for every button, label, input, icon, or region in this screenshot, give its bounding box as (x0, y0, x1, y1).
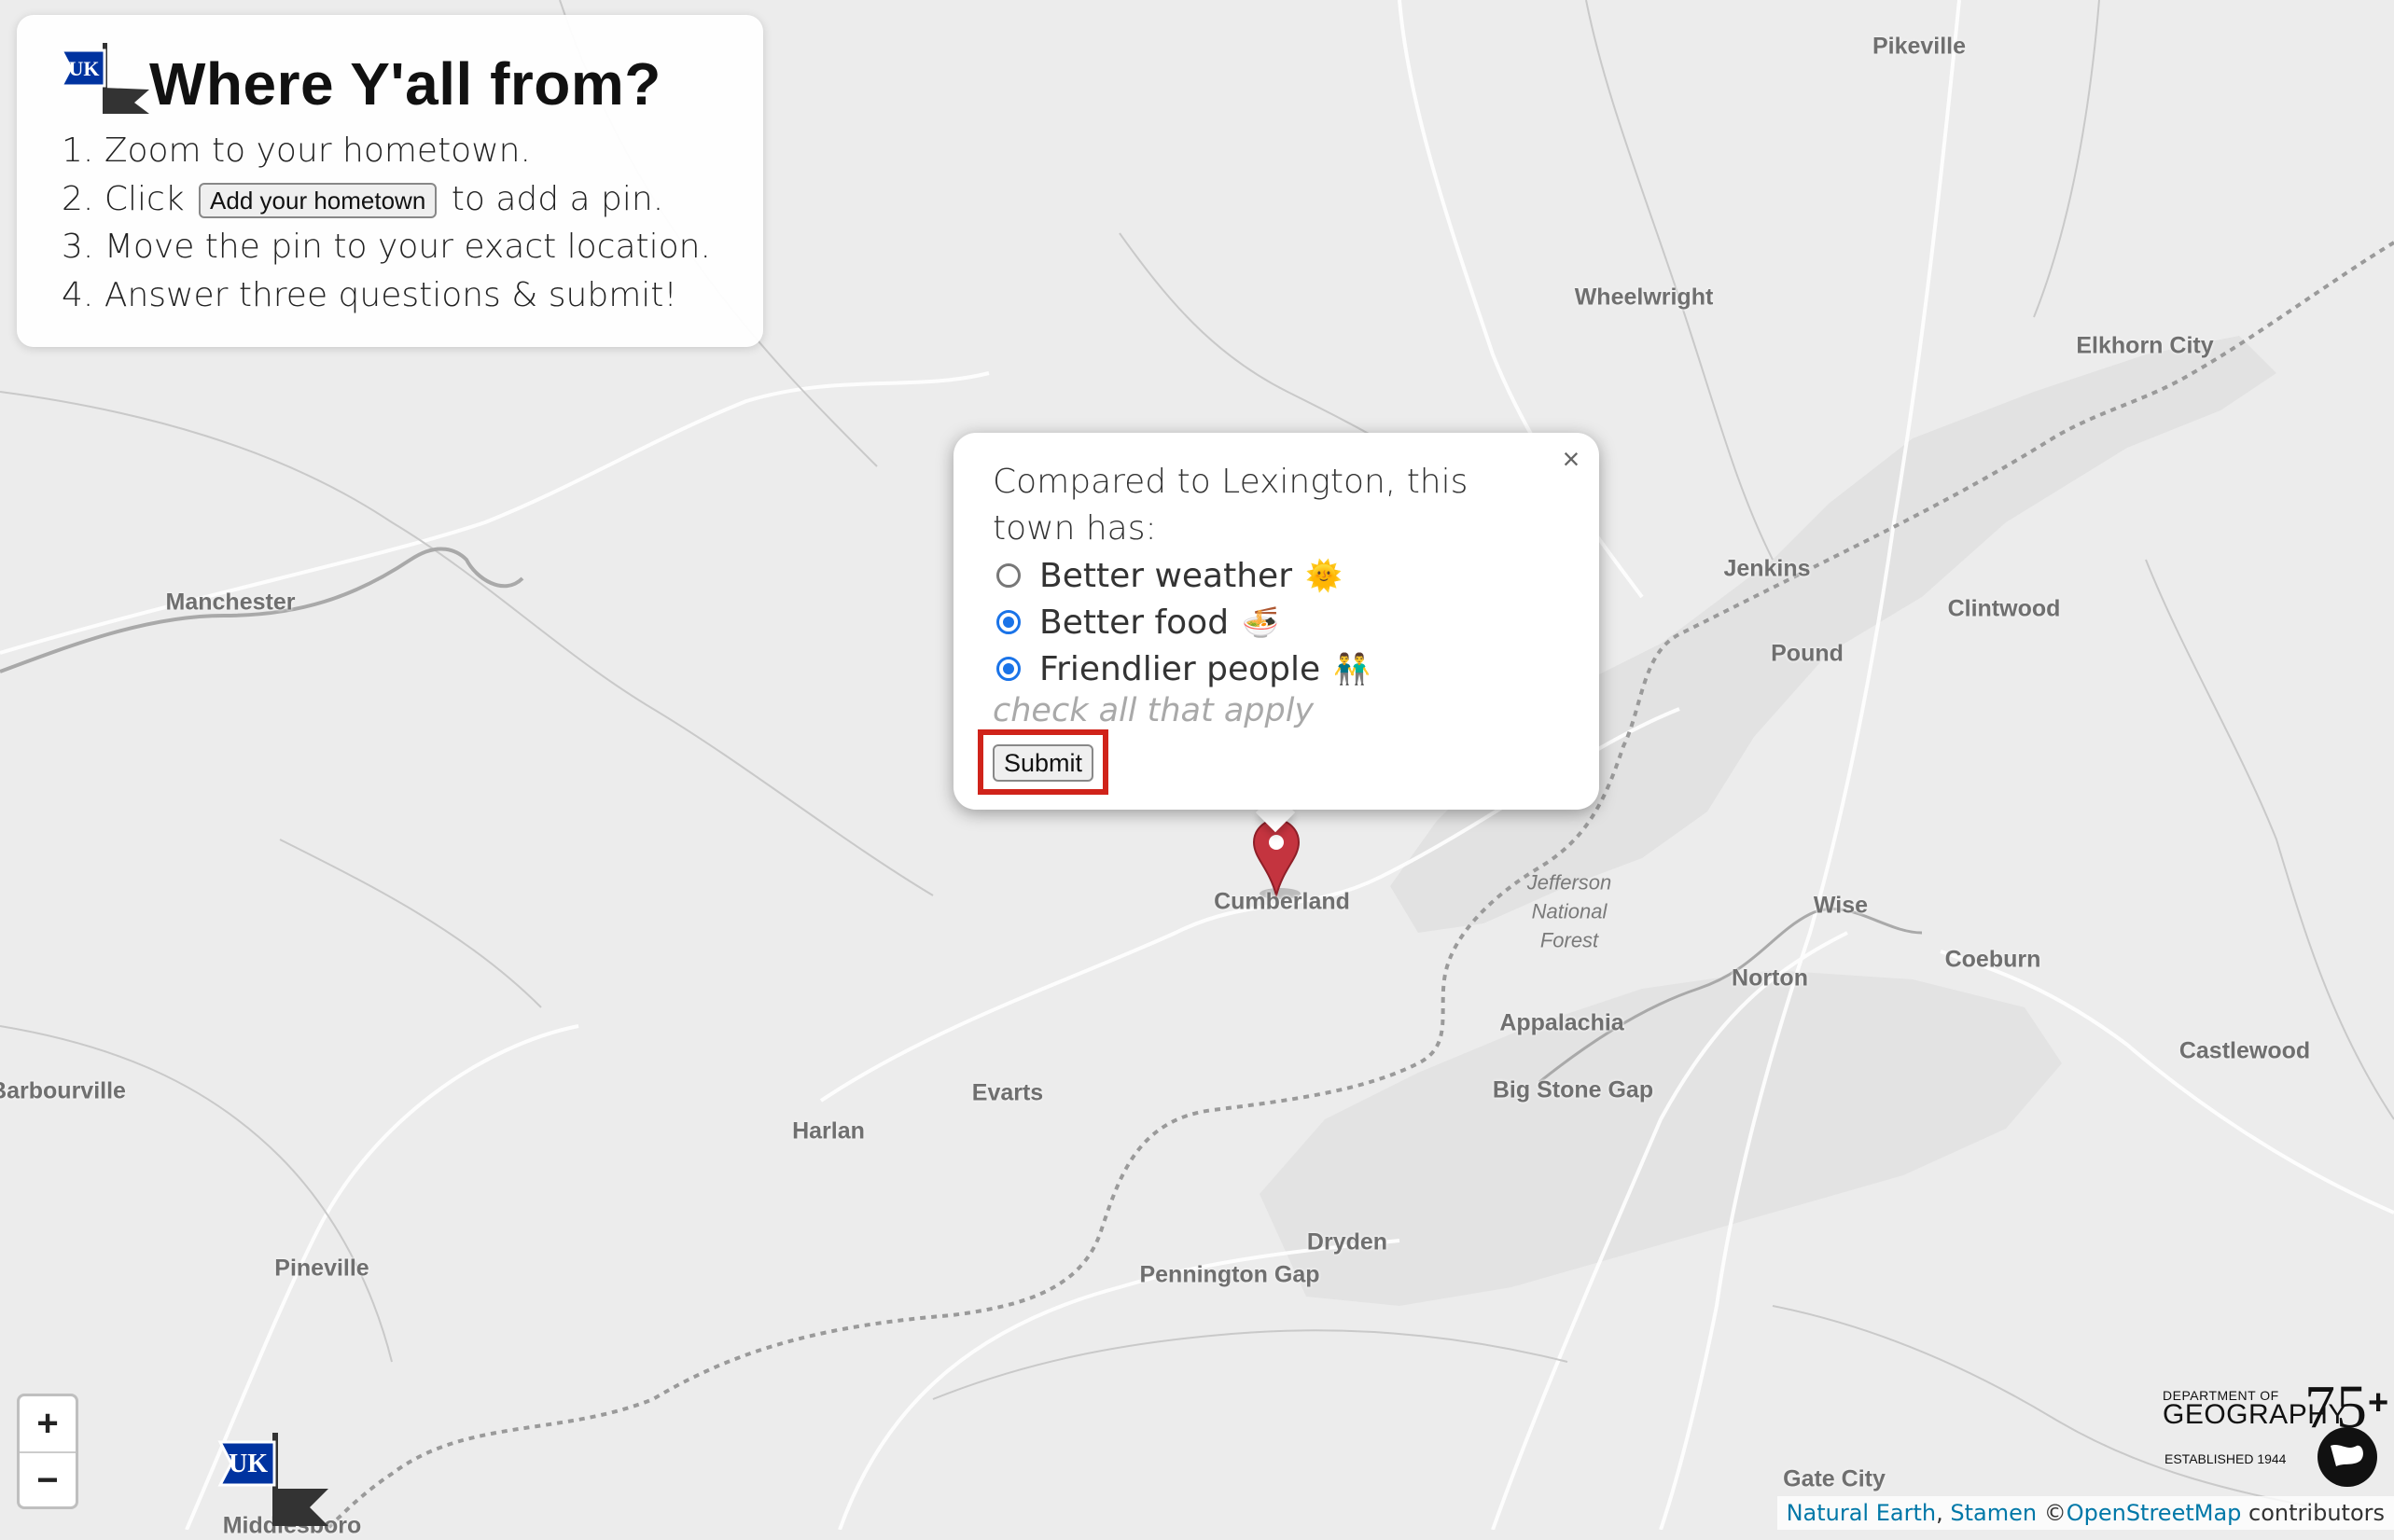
town-label: Big Stone Gap (1492, 1076, 1654, 1103)
uk-flag-icon: UK (217, 1433, 328, 1526)
noodle-bowl-icon: 🍜 (1242, 604, 1279, 640)
town-label: Wheelwright (1574, 284, 1714, 311)
option-better-food[interactable]: Better food 🍜 (996, 599, 1279, 645)
town-label: Barbourville (0, 1077, 126, 1104)
town-label: Manchester (165, 589, 296, 616)
svg-text:UK: UK (229, 1450, 268, 1478)
stamen-link[interactable]: Stamen (1950, 1500, 2037, 1526)
town-label: Pineville (274, 1255, 369, 1282)
svg-text:UK: UK (69, 57, 100, 80)
checkbox-friendlier-people[interactable] (996, 657, 1021, 681)
zoom-in-button[interactable]: + (20, 1396, 76, 1453)
town-label: Pikeville (1872, 33, 1967, 60)
logo-75-icon: 7 5 + (2304, 1373, 2388, 1487)
town-label: Pennington Gap (1139, 1261, 1320, 1288)
instructions-panel: UK Where Y'all from? 1. Zoom to your hom… (17, 15, 763, 347)
map-attribution: Natural Earth, Stamen ©OpenStreetMap con… (1776, 1496, 2394, 1530)
town-label: Jenkins (1723, 555, 1811, 582)
zoom-control: + − (17, 1394, 78, 1509)
checkbox-better-weather[interactable] (996, 563, 1021, 588)
instruction-steps: 1. Zoom to your hometown. 2. Click Add y… (62, 127, 711, 319)
town-label: Dryden (1306, 1228, 1388, 1256)
town-label: Elkhorn City (2076, 332, 2214, 359)
town-label: Cumberland (1214, 888, 1350, 915)
page-title: Where Y'all from? (149, 50, 661, 118)
question-popup: × Compared to Lexington, this town has: … (953, 433, 1599, 810)
add-hometown-button[interactable]: Add your hometown (199, 182, 438, 218)
two-people-icon: 👬 (1333, 651, 1371, 687)
town-label: Pound (1771, 640, 1844, 667)
option-label: Friendlier people (1039, 649, 1321, 688)
town-label: Coeburn (1944, 946, 2041, 973)
submit-highlight: Submit (978, 729, 1108, 795)
openstreetmap-link[interactable]: OpenStreetMap (2067, 1500, 2242, 1526)
town-label: Clintwood (1947, 595, 2061, 622)
sun-icon: 🌞 (1305, 558, 1343, 593)
step-item: 3. Move the pin to your exact location. (62, 228, 711, 266)
svg-text:7: 7 (2304, 1373, 2335, 1441)
town-label: Evarts (971, 1079, 1044, 1106)
natural-earth-link[interactable]: Natural Earth (1787, 1500, 1937, 1526)
town-label: Castlewood (2178, 1037, 2311, 1064)
logo-established-text: ESTABLISHED 1944 (2164, 1451, 2287, 1466)
geography-logo: DEPARTMENT OF GEOGRAPHY ESTABLISHED 1944… (2163, 1371, 2394, 1492)
step-item: 2. Click Add your hometown to add a pin. (62, 179, 664, 218)
town-label: Wise (1813, 892, 1869, 919)
town-label: Gate City (1783, 1465, 1886, 1492)
popup-question: Compared to Lexington, this town has: (993, 463, 1468, 548)
option-friendlier-people[interactable]: Friendlier people 👬 (996, 645, 1371, 692)
zoom-out-button[interactable]: − (20, 1453, 76, 1508)
option-label: Better weather (1039, 556, 1293, 595)
town-label: Norton (1732, 964, 1808, 992)
forest-label: Jefferson National Forest (1526, 870, 1612, 952)
town-label: Harlan (792, 1117, 865, 1145)
close-icon[interactable]: × (1552, 440, 1590, 478)
submit-button[interactable]: Submit (993, 744, 1093, 782)
step-item: 1. Zoom to your hometown. (62, 132, 531, 170)
option-better-weather[interactable]: Better weather 🌞 (996, 552, 1343, 599)
checkbox-better-food[interactable] (996, 610, 1021, 634)
svg-text:+: + (2368, 1383, 2388, 1422)
hint-text: check all that apply (993, 692, 1315, 729)
uk-flag-icon: UK (60, 43, 149, 114)
step-item: 4. Answer three questions & submit! (62, 275, 677, 314)
town-label: Appalachia (1499, 1009, 1624, 1036)
option-label: Better food (1039, 603, 1230, 642)
